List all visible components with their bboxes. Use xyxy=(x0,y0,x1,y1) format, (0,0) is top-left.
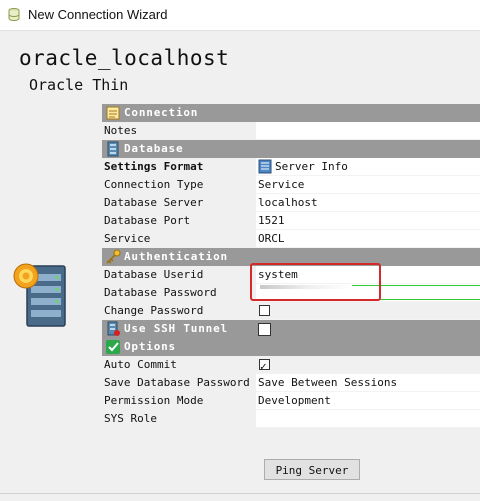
row-change-password: Change Password xyxy=(102,302,480,320)
row-save-database-password: Save Database Password Save Between Sess… xyxy=(102,374,480,392)
divider xyxy=(0,493,480,494)
row-sys-role: SYS Role xyxy=(102,410,480,428)
settings-format-label: Settings Format xyxy=(102,158,256,176)
credentials-highlight xyxy=(250,263,381,301)
auto-commit-cell: ✓ xyxy=(256,356,480,374)
service-field[interactable]: ORCL xyxy=(256,230,480,248)
sys-role-field[interactable] xyxy=(256,410,480,428)
save-database-password-field[interactable]: Save Between Sessions xyxy=(256,374,480,392)
title-bar: New Connection Wizard xyxy=(0,0,480,31)
section-ssh-tunnel-label: Use SSH Tunnel xyxy=(124,322,228,335)
sys-role-label: SYS Role xyxy=(102,410,256,428)
change-password-cell xyxy=(256,302,480,320)
save-database-password-label: Save Database Password xyxy=(102,374,256,392)
section-connection[interactable]: Connection xyxy=(102,104,480,122)
connection-type-label: Connection Type xyxy=(102,176,256,194)
settings-format-value: Server Info xyxy=(275,160,348,173)
permission-mode-field[interactable]: Development xyxy=(256,392,480,410)
server-icon xyxy=(13,263,66,327)
database-port-label: Database Port xyxy=(102,212,256,230)
database-userid-label: Database Userid xyxy=(102,266,256,284)
use-ssh-tunnel-checkbox[interactable] xyxy=(258,323,271,336)
section-options[interactable]: Options xyxy=(102,338,480,356)
change-password-checkbox[interactable] xyxy=(259,305,270,316)
section-options-label: Options xyxy=(124,340,176,353)
auto-commit-label: Auto Commit xyxy=(102,356,256,374)
section-connection-label: Connection xyxy=(124,106,199,119)
database-icon xyxy=(8,8,20,22)
row-settings-format: Settings Format Server Info xyxy=(102,158,480,176)
notes-label: Notes xyxy=(102,122,256,140)
connection-driver: Oracle Thin xyxy=(29,76,129,94)
row-auto-commit: Auto Commit ✓ xyxy=(102,356,480,374)
settings-format-field[interactable]: Server Info xyxy=(256,158,480,176)
key-icon xyxy=(106,249,121,264)
connection-name: oracle_localhost xyxy=(19,46,230,70)
notes-icon xyxy=(106,106,120,120)
row-service: Service ORCL xyxy=(102,230,480,248)
database-section-icon xyxy=(107,141,119,157)
database-server-label: Database Server xyxy=(102,194,256,212)
server-info-icon xyxy=(258,159,272,174)
section-database-label: Database xyxy=(124,142,184,155)
service-label: Service xyxy=(102,230,256,248)
window-title: New Connection Wizard xyxy=(28,7,168,22)
row-notes: Notes xyxy=(102,122,480,140)
database-password-label: Database Password xyxy=(102,284,256,302)
annotation-line xyxy=(372,299,480,300)
ping-server-button[interactable]: Ping Server xyxy=(264,459,360,480)
database-server-field[interactable]: localhost xyxy=(256,194,480,212)
database-port-field[interactable]: 1521 xyxy=(256,212,480,230)
notes-field[interactable] xyxy=(256,122,480,140)
check-icon xyxy=(106,340,120,354)
section-database[interactable]: Database xyxy=(102,140,480,158)
row-connection-type: Connection Type Service xyxy=(102,176,480,194)
connection-type-field[interactable]: Service xyxy=(256,176,480,194)
permission-mode-label: Permission Mode xyxy=(102,392,256,410)
auto-commit-checkbox[interactable]: ✓ xyxy=(259,359,270,373)
row-database-port: Database Port 1521 xyxy=(102,212,480,230)
section-authentication-label: Authentication xyxy=(124,250,228,263)
section-ssh-tunnel[interactable]: Use SSH Tunnel xyxy=(102,320,480,338)
row-database-server: Database Server localhost xyxy=(102,194,480,212)
ssh-tunnel-icon xyxy=(107,321,120,336)
change-password-label: Change Password xyxy=(102,302,256,320)
row-permission-mode: Permission Mode Development xyxy=(102,392,480,410)
